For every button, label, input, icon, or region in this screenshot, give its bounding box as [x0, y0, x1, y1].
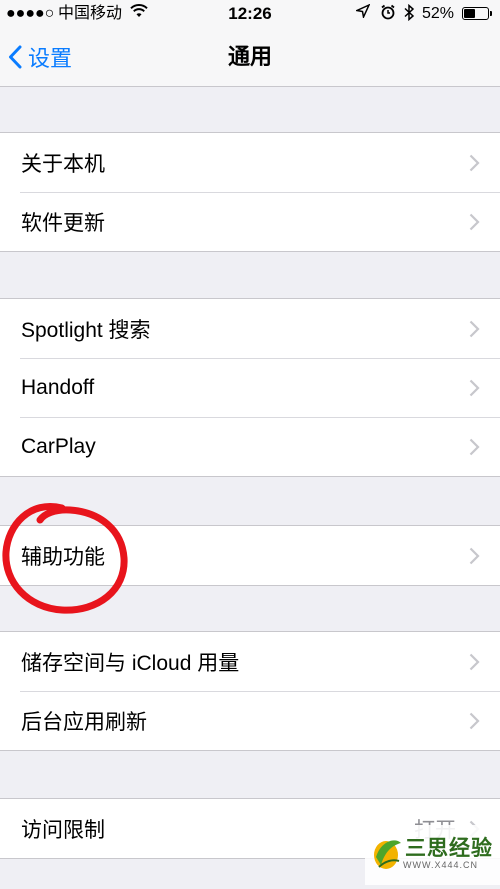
cell-carplay[interactable]: CarPlay — [0, 417, 500, 476]
back-button[interactable]: 设置 — [8, 28, 72, 86]
chevron-left-icon — [9, 45, 22, 69]
chevron-right-icon — [469, 320, 480, 338]
cell-label: 软件更新 — [21, 211, 105, 235]
chevron-right-icon — [469, 712, 480, 730]
bluetooth-icon — [403, 3, 415, 27]
cell-handoff[interactable]: Handoff — [0, 358, 500, 417]
cell-spotlight-search[interactable]: Spotlight 搜索 — [0, 299, 500, 358]
cell-accessibility[interactable]: 辅助功能 — [0, 526, 500, 585]
cell-software-update[interactable]: 软件更新 — [0, 192, 500, 251]
watermark-name: 三思经验 — [405, 837, 493, 860]
battery-icon — [462, 7, 489, 20]
settings-group-about: 关于本机 软件更新 — [0, 132, 500, 252]
battery-fill — [464, 9, 476, 18]
alarm-clock-icon — [380, 4, 396, 26]
chevron-right-icon — [469, 438, 480, 456]
site-watermark: 三思经验 WWW.X444.CN — [365, 825, 500, 885]
settings-group-storage: 储存空间与 iCloud 用量 后台应用刷新 — [0, 631, 500, 751]
cell-label: CarPlay — [21, 434, 96, 458]
cell-background-app-refresh[interactable]: 后台应用刷新 — [0, 691, 500, 750]
chevron-right-icon — [469, 213, 480, 231]
cell-storage-icloud-usage[interactable]: 储存空间与 iCloud 用量 — [0, 632, 500, 691]
cell-label: 访问限制 — [21, 818, 105, 842]
navigation-bar: 通用 设置 — [0, 28, 500, 87]
battery-tip — [490, 11, 492, 16]
cell-label: 储存空间与 iCloud 用量 — [21, 651, 240, 675]
cell-label: 后台应用刷新 — [21, 710, 147, 734]
battery-percentage: 52% — [422, 5, 455, 22]
chevron-right-icon — [469, 547, 480, 565]
cell-label: Handoff — [21, 375, 95, 399]
back-button-label: 设置 — [28, 46, 73, 71]
cell-label: Spotlight 搜索 — [21, 318, 151, 342]
cell-label: 关于本机 — [21, 152, 105, 176]
chevron-right-icon — [469, 653, 480, 671]
chevron-right-icon — [469, 154, 480, 172]
chevron-right-icon — [469, 379, 480, 397]
settings-group-accessibility: 辅助功能 — [0, 525, 500, 586]
page-title: 通用 — [227, 44, 272, 69]
status-bar: ●●●●○ 中国移动 12:26 52% — [0, 0, 500, 28]
watermark-url: WWW.X444.CN — [403, 860, 479, 870]
watermark-logo-icon — [374, 840, 401, 869]
cell-about[interactable]: 关于本机 — [0, 133, 500, 192]
settings-group-search: Spotlight 搜索 Handoff CarPlay — [0, 298, 500, 477]
cell-label: 辅助功能 — [21, 545, 105, 569]
location-arrow-icon — [354, 3, 371, 24]
